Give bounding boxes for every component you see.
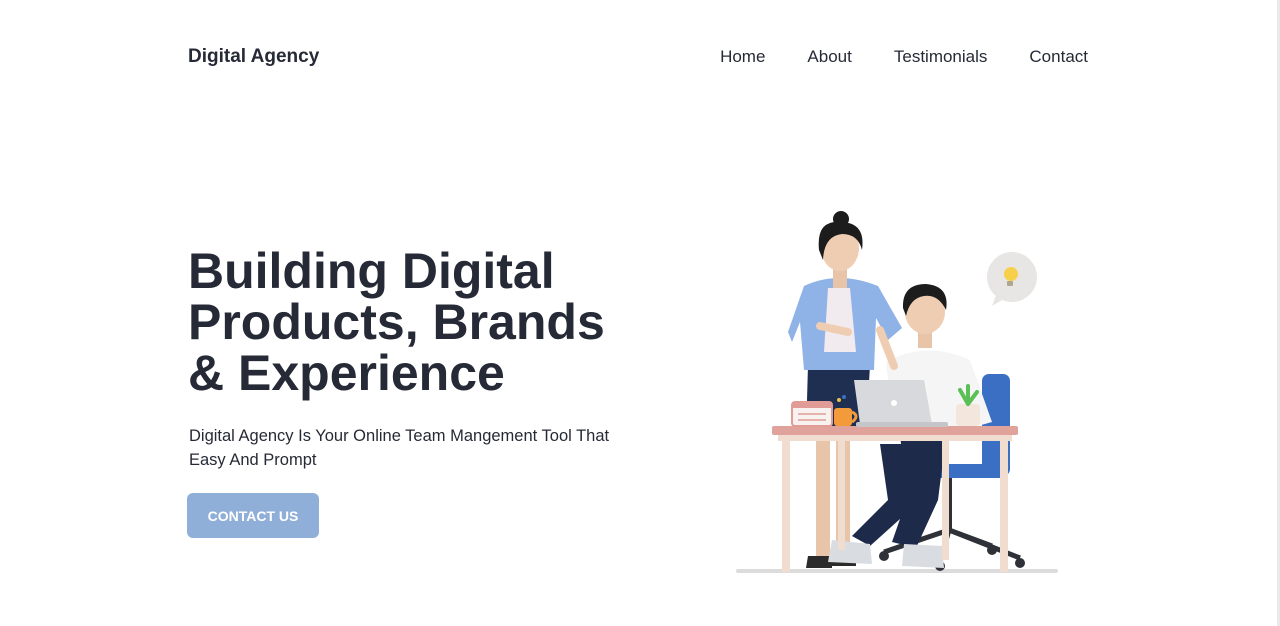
lightbulb-icon [987,252,1037,306]
hero-title: Building Digital Products, Brands & Expe… [188,246,648,399]
hero-subtitle-line: Easy And Prompt [189,451,317,469]
hero-title-line: Building Digital [188,243,555,299]
hero-subtitle-line: Digital Agency Is Your Online Team Mange… [189,427,610,445]
nav-menu: Home About Testimonials Contact [720,47,1088,67]
nav-contact-link[interactable]: Contact [1029,47,1088,67]
hero-title-line: Products, Brands [188,294,605,350]
hero-title-line: & Experience [188,345,505,401]
hero-illustration [736,211,1058,573]
contact-us-button[interactable]: CONTACT US [187,493,319,538]
hero-subtitle: Digital Agency Is Your Online Team Mange… [189,424,639,472]
plant-icon [956,384,980,426]
nav-about-link[interactable]: About [807,47,851,67]
nav-testimonials-link[interactable]: Testimonials [894,47,988,67]
brand-logo[interactable]: Digital Agency [188,46,319,68]
nav-home-link[interactable]: Home [720,47,765,67]
nav-container: Digital Agency Home About Testimonials C… [188,44,1088,70]
calendar-icon [791,401,833,427]
